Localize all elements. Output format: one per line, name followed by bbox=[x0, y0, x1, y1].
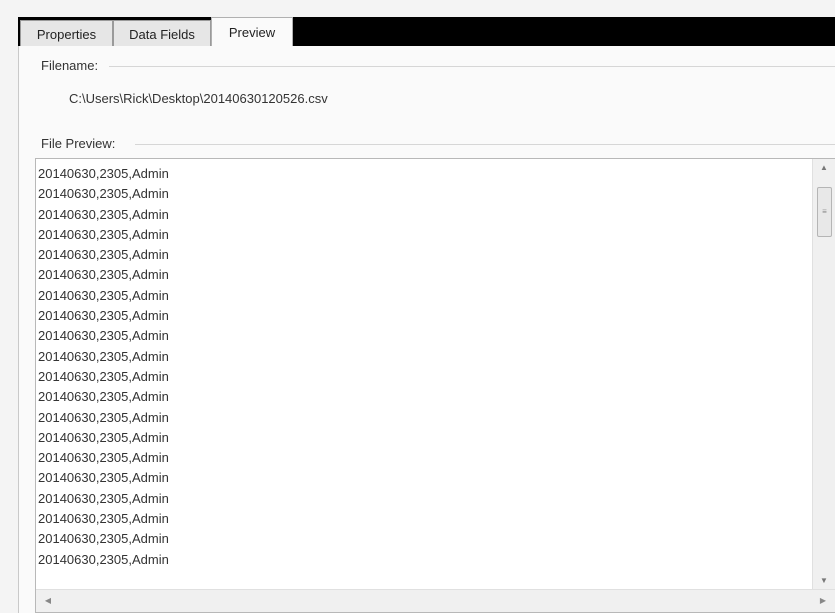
scroll-grip-icon: ≡ bbox=[822, 207, 827, 216]
file-preview-group-divider bbox=[135, 144, 835, 145]
scroll-right-icon[interactable]: ▶ bbox=[813, 590, 833, 612]
preview-line: 20140630,2305,Admin bbox=[38, 368, 169, 384]
preview-line: 20140630,2305,Admin bbox=[38, 186, 169, 202]
preview-line: 20140630,2305,Admin bbox=[38, 348, 169, 364]
tab-strip: Properties Data Fields Preview bbox=[18, 17, 835, 48]
scroll-left-icon[interactable]: ◀ bbox=[38, 590, 58, 612]
filename-label: Filename: bbox=[41, 58, 99, 73]
preview-line: 20140630,2305,Admin bbox=[38, 551, 169, 567]
preview-panel: Filename: C:\Users\Rick\Desktop\20140630… bbox=[18, 46, 835, 613]
preview-line: 20140630,2305,Admin bbox=[38, 226, 169, 242]
preview-line: 20140630,2305,Admin bbox=[38, 429, 169, 445]
preview-line: 20140630,2305,Admin bbox=[38, 247, 169, 263]
preview-line: 20140630,2305,Admin bbox=[38, 267, 169, 283]
preview-line: 20140630,2305,Admin bbox=[38, 206, 169, 222]
preview-line: 20140630,2305,Admin bbox=[38, 531, 169, 547]
preview-line: 20140630,2305,Admin bbox=[38, 308, 169, 324]
filename-group-divider bbox=[109, 66, 835, 67]
preview-line: 20140630,2305,Admin bbox=[38, 470, 169, 486]
preview-line: 20140630,2305,Admin bbox=[38, 409, 169, 425]
filename-value: C:\Users\Rick\Desktop\20140630120526.csv bbox=[69, 91, 328, 106]
scroll-up-icon[interactable]: ▲ bbox=[813, 159, 835, 177]
preview-line: 20140630,2305,Admin bbox=[38, 450, 169, 466]
scroll-down-icon[interactable]: ▼ bbox=[813, 572, 835, 590]
preview-line: 20140630,2305,Admin bbox=[38, 328, 169, 344]
tab-data-fields[interactable]: Data Fields bbox=[113, 20, 211, 47]
preview-line: 20140630,2305,Admin bbox=[38, 511, 169, 527]
preview-line: 20140630,2305,Admin bbox=[38, 287, 169, 303]
file-preview-lines: 20140630,2305,Admin 20140630,2305,Admin 20… bbox=[38, 164, 809, 590]
preview-line: 20140630,2305,Admin bbox=[38, 490, 169, 506]
preview-line: 20140630,2305,Admin bbox=[38, 389, 169, 405]
vertical-scrollbar[interactable]: ▲ ≡ ▼ bbox=[812, 159, 835, 590]
tab-preview[interactable]: Preview bbox=[211, 17, 293, 48]
scroll-thumb[interactable]: ≡ bbox=[817, 187, 832, 237]
preview-line: 20140630,2305,Admin bbox=[38, 166, 169, 181]
tab-properties[interactable]: Properties bbox=[20, 20, 113, 47]
file-preview-box[interactable]: 20140630,2305,Admin 20140630,2305,Admin 20… bbox=[35, 158, 835, 613]
file-preview-label: File Preview: bbox=[41, 136, 116, 151]
horizontal-scrollbar[interactable]: ◀ ▶ bbox=[36, 589, 835, 612]
